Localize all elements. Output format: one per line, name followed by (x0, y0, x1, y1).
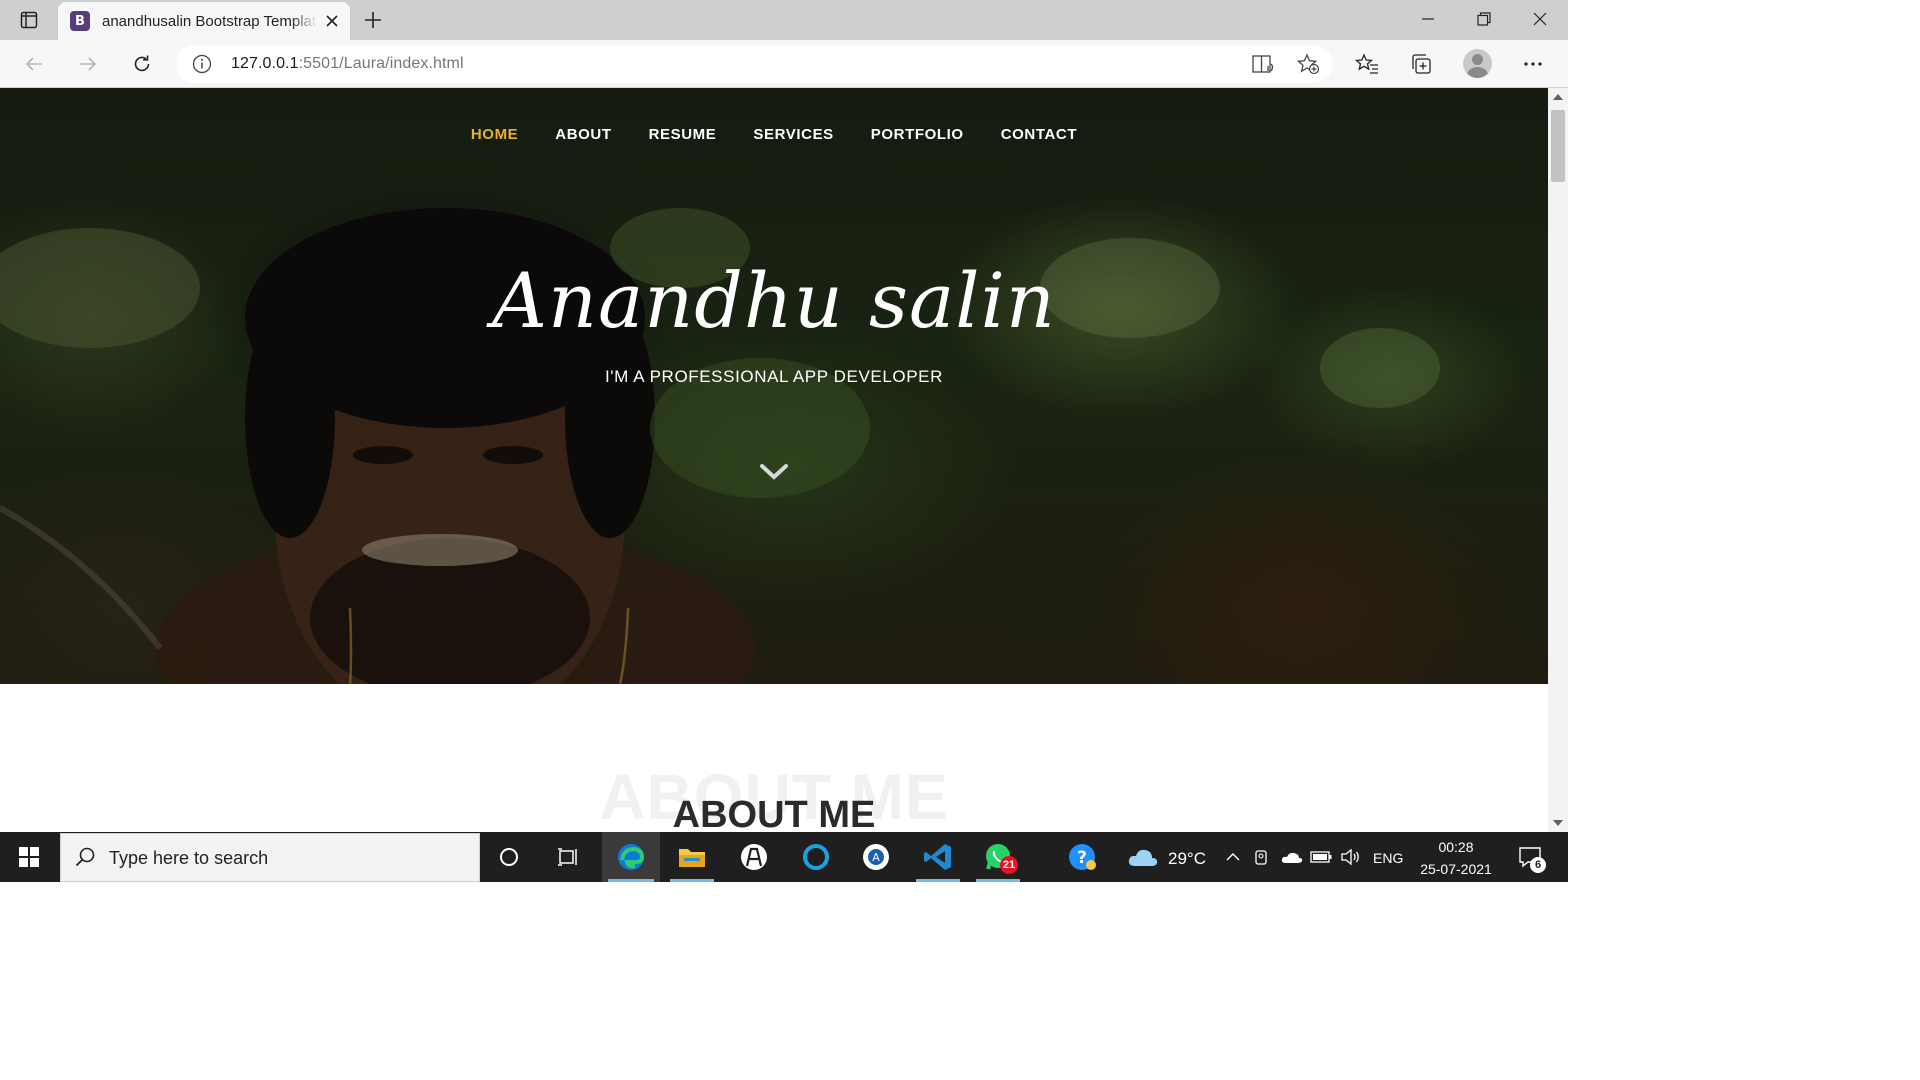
show-hidden-icons-icon[interactable] (1222, 832, 1244, 882)
onedrive-cloud-icon[interactable] (1278, 832, 1306, 882)
minimize-icon[interactable] (1400, 0, 1456, 38)
more-menu-icon[interactable] (1517, 48, 1549, 80)
hero-name: Anandhu salin (492, 256, 1056, 345)
about-title: ABOUT ME (672, 794, 876, 832)
vscode-icon[interactable] (910, 832, 966, 882)
restore-icon[interactable] (1456, 0, 1512, 38)
language-indicator[interactable]: ENG (1373, 850, 1403, 866)
bootstrap-favicon-icon: B (70, 11, 90, 31)
add-favorite-icon[interactable] (1296, 53, 1320, 75)
browser-tab-strip: B anandhusalin Bootstrap Template (0, 0, 1568, 40)
clock-time: 00:28 (1438, 839, 1474, 855)
vscode-active-indicator (916, 879, 960, 882)
whatsapp-icon[interactable]: 21 (970, 832, 1026, 882)
cortana-icon[interactable] (486, 832, 532, 882)
tab-actions-icon[interactable] (12, 8, 46, 32)
url-path: :5501/Laura/index.html (298, 55, 464, 72)
url-text: 127.0.0.1:5501/Laura/index.html (231, 55, 464, 73)
scroll-down-arrow-icon[interactable] (1552, 818, 1564, 828)
explorer-active-indicator (670, 879, 714, 882)
help-icon[interactable]: ? (1054, 832, 1110, 882)
nav-contact[interactable]: CONTACT (982, 126, 1095, 143)
windows-start-icon[interactable] (0, 832, 58, 882)
page-viewport: HOME ABOUT RESUME SERVICES PORTFOLIO CON… (0, 88, 1548, 832)
new-tab-icon[interactable] (360, 7, 386, 33)
refresh-icon[interactable] (126, 48, 158, 80)
hero-section: HOME ABOUT RESUME SERVICES PORTFOLIO CON… (0, 88, 1548, 684)
nav-about[interactable]: ABOUT (537, 126, 630, 143)
meet-now-icon[interactable] (1250, 832, 1274, 882)
scroll-up-arrow-icon[interactable] (1552, 92, 1564, 102)
edge-icon[interactable] (602, 832, 660, 882)
nav-portfolio[interactable]: PORTFOLIO (852, 126, 982, 143)
immersive-reader-icon[interactable] (1252, 54, 1276, 74)
weather-cloud-icon[interactable] (1124, 832, 1162, 882)
forward-arrow-icon[interactable] (72, 48, 104, 80)
battery-icon[interactable] (1308, 832, 1334, 882)
main-nav: HOME ABOUT RESUME SERVICES PORTFOLIO CON… (0, 126, 1548, 143)
task-view-icon[interactable] (545, 832, 591, 882)
nav-resume[interactable]: RESUME (630, 126, 735, 143)
file-explorer-icon[interactable] (664, 832, 720, 882)
browser-toolbar: 127.0.0.1:5501/Laura/index.html (0, 40, 1568, 88)
close-window-icon[interactable] (1512, 0, 1568, 38)
clock-date: 25-07-2021 (1420, 861, 1492, 877)
site-info-icon[interactable] (192, 54, 212, 74)
address-bar[interactable]: 127.0.0.1:5501/Laura/index.html (176, 45, 1333, 83)
notification-count: 6 (1530, 857, 1546, 873)
nav-home[interactable]: HOME (452, 126, 536, 143)
notifications-icon[interactable]: 6 (1510, 832, 1550, 882)
svg-text:A: A (872, 851, 880, 864)
active-tab[interactable]: B anandhusalin Bootstrap Template (58, 2, 350, 40)
chevron-down-icon[interactable] (758, 460, 790, 484)
svg-text:?: ? (1077, 848, 1087, 868)
nav-services[interactable]: SERVICES (735, 126, 852, 143)
whatsapp-active-indicator (976, 879, 1020, 882)
windows-taskbar: Type here to search A 21 ? 29°C ENG 00:2… (0, 832, 1568, 882)
unknown-app-icon[interactable] (726, 832, 782, 882)
search-placeholder: Type here to search (109, 848, 269, 868)
back-arrow-icon[interactable] (18, 48, 50, 80)
whatsapp-badge: 21 (1000, 856, 1018, 874)
volume-icon[interactable] (1338, 832, 1364, 882)
hero-subtitle: I'M A PROFESSIONAL APP DEVELOPER (604, 367, 943, 386)
edge-active-indicator (608, 879, 654, 882)
app-icon[interactable]: A (848, 832, 904, 882)
cortana-circle-icon[interactable] (788, 832, 844, 882)
close-tab-icon[interactable] (322, 11, 342, 31)
profile-avatar-icon[interactable] (1463, 49, 1492, 78)
clock[interactable]: 00:28 25-07-2021 (1412, 836, 1500, 880)
collections-icon[interactable] (1405, 48, 1437, 80)
page-scrollbar[interactable] (1548, 88, 1568, 832)
scrollbar-thumb[interactable] (1551, 110, 1565, 182)
search-icon (75, 847, 95, 871)
favorites-icon[interactable] (1351, 48, 1383, 80)
tab-title: anandhusalin Bootstrap Template (102, 12, 317, 30)
url-host: 127.0.0.1 (231, 55, 299, 72)
taskbar-search-input[interactable]: Type here to search (60, 833, 480, 882)
weather-temp[interactable]: 29°C (1168, 849, 1206, 869)
